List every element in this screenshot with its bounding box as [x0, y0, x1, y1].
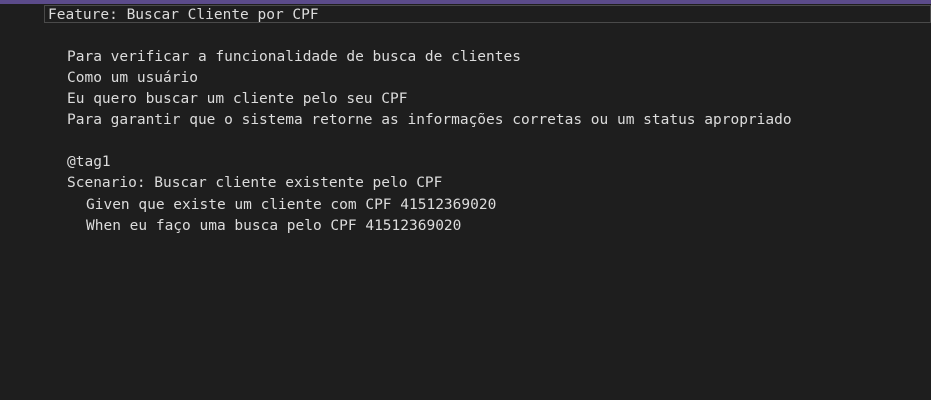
- feature-line[interactable]: Feature: Buscar Cliente por CPF: [48, 6, 319, 24]
- description-line-1[interactable]: Para verificar a funcionalidade de busca…: [67, 48, 521, 66]
- description-line-4[interactable]: Para garantir que o sistema retorne as i…: [67, 111, 792, 129]
- code-editor[interactable]: Feature: Buscar Cliente por CPF Para ver…: [0, 0, 931, 400]
- tag-line[interactable]: @tag1: [67, 153, 111, 171]
- scenario-line[interactable]: Scenario: Buscar cliente existente pelo …: [67, 174, 442, 192]
- given-step-line[interactable]: Given que existe um cliente com CPF 4151…: [86, 196, 496, 214]
- description-line-2[interactable]: Como um usuário: [67, 69, 198, 87]
- when-step-line[interactable]: When eu faço uma busca pelo CPF 41512369…: [86, 217, 461, 235]
- description-line-3[interactable]: Eu quero buscar um cliente pelo seu CPF: [67, 90, 407, 108]
- window-accent-bar: [0, 0, 931, 4]
